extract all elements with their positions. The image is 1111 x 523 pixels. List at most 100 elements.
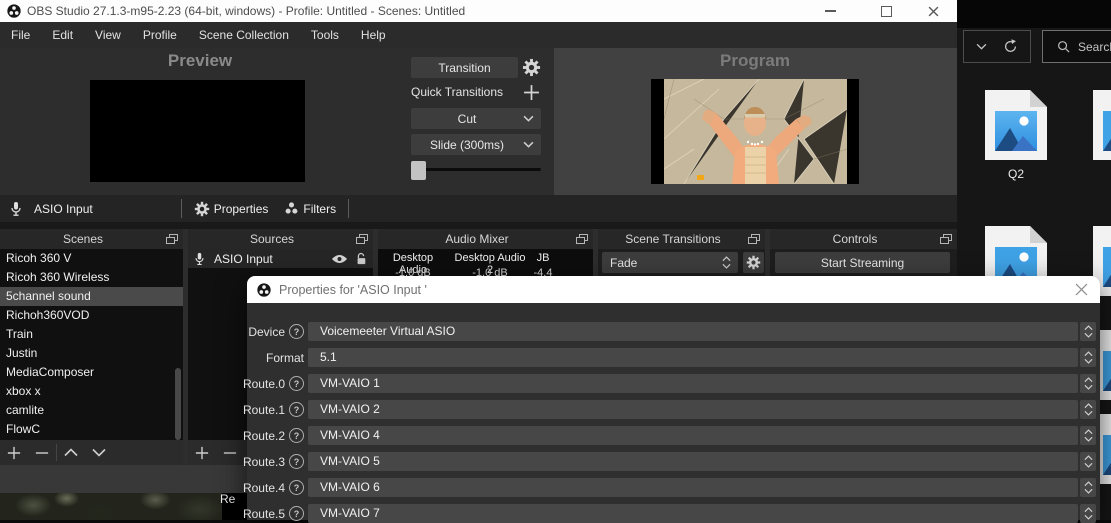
transition-gear-icon[interactable]	[522, 58, 541, 77]
maximize-button[interactable]	[864, 0, 908, 22]
scene-item[interactable]: Ricoh 360 Wireless	[0, 268, 183, 287]
popout-icon[interactable]	[576, 234, 588, 244]
remove-source-icon[interactable]	[216, 446, 244, 460]
controls-header[interactable]: Controls	[770, 229, 957, 249]
quick-transition-select[interactable]: Slide (300ms)	[411, 134, 541, 155]
scene-item[interactable]: MediaComposer	[0, 363, 183, 382]
spinner-icon[interactable]	[1080, 426, 1096, 445]
close-icon	[928, 6, 939, 17]
transition-type-select[interactable]: Cut	[411, 108, 541, 129]
menu-tools[interactable]: Tools	[300, 28, 350, 42]
close-button[interactable]	[911, 0, 955, 22]
menu-view[interactable]: View	[84, 28, 132, 42]
visibility-eye-icon[interactable]	[331, 254, 348, 264]
properties-button[interactable]: Properties	[214, 202, 269, 216]
scene-item[interactable]: Train	[0, 325, 183, 344]
properties-gear-icon[interactable]	[194, 201, 210, 217]
add-quick-transition-icon[interactable]	[523, 84, 540, 101]
transition-duration-track[interactable]	[411, 168, 541, 171]
help-icon[interactable]: ?	[289, 376, 304, 391]
popout-icon[interactable]	[166, 234, 178, 244]
minimize-button[interactable]	[808, 0, 852, 22]
scenes-scrollbar[interactable]	[175, 249, 181, 440]
dialog-close-icon[interactable]	[1075, 283, 1088, 296]
source-item[interactable]: ASIO Input	[188, 249, 373, 268]
popout-icon[interactable]	[940, 234, 952, 244]
route-select[interactable]: VM-VAIO 4	[308, 426, 1078, 445]
spinner-icon[interactable]	[1080, 452, 1096, 471]
filters-button[interactable]: Filters	[303, 202, 336, 216]
menu-help[interactable]: Help	[350, 28, 397, 42]
transition-button[interactable]: Transition	[411, 57, 518, 78]
sources-header[interactable]: Sources	[188, 229, 373, 249]
add-scene-icon[interactable]	[0, 446, 28, 460]
audio-mixer-header[interactable]: Audio Mixer	[378, 229, 593, 249]
transition-properties-gear-button[interactable]	[743, 252, 764, 273]
route-select[interactable]: VM-VAIO 2	[308, 400, 1078, 419]
add-source-icon[interactable]	[188, 446, 216, 460]
help-icon[interactable]: ?	[289, 402, 304, 417]
scene-transition-select[interactable]: Fade	[602, 252, 738, 273]
file-icon[interactable]	[985, 90, 1047, 160]
dialog-title: Properties for 'ASIO Input '	[279, 283, 427, 297]
move-scene-up-icon[interactable]	[57, 448, 85, 457]
help-icon[interactable]: ?	[289, 454, 304, 469]
scene-item[interactable]: Justin	[0, 344, 183, 363]
help-icon[interactable]: ?	[289, 506, 304, 521]
refresh-icon[interactable]	[1003, 39, 1018, 54]
popout-icon[interactable]	[748, 234, 760, 244]
scene-item[interactable]: xbox x	[0, 382, 183, 401]
scene-item[interactable]: FlowC	[0, 420, 183, 439]
route-select[interactable]: VM-VAIO 6	[308, 478, 1078, 497]
start-streaming-button[interactable]: Start Streaming	[775, 252, 950, 273]
scene-item[interactable]: Richoh360VOD	[0, 306, 183, 325]
program-canvas[interactable]	[651, 79, 859, 184]
route-select[interactable]: VM-VAIO 1	[308, 374, 1078, 393]
help-icon[interactable]: ?	[289, 324, 304, 339]
device-select[interactable]: Voicemeeter Virtual ASIO	[308, 322, 1078, 341]
explorer-nav-group	[963, 30, 1031, 63]
menu-edit[interactable]: Edit	[41, 28, 84, 42]
move-scene-down-icon[interactable]	[85, 448, 113, 457]
spinner-icon[interactable]	[1080, 322, 1096, 341]
popout-icon[interactable]	[356, 234, 368, 244]
filters-icon[interactable]	[284, 201, 299, 216]
preview-canvas[interactable]	[90, 80, 305, 182]
spinner-icon[interactable]	[1080, 478, 1096, 497]
desktop-partial-text: Re	[220, 492, 235, 506]
search-input[interactable]: Search	[1042, 30, 1111, 63]
menu-file[interactable]: File	[0, 28, 41, 42]
dialog-row: Route.0? VM-VAIO 1	[247, 374, 1100, 393]
mic-icon	[10, 201, 22, 217]
file-icon[interactable]	[1093, 90, 1111, 160]
route-select[interactable]: VM-VAIO 5	[308, 452, 1078, 471]
scene-item-selected[interactable]: 5channel sound	[0, 287, 183, 306]
menu-profile[interactable]: Profile	[132, 28, 188, 42]
lock-open-icon[interactable]	[355, 252, 367, 266]
dialog-row: Route.1? VM-VAIO 2	[247, 400, 1100, 419]
search-placeholder: Search	[1078, 40, 1111, 54]
properties-dialog: Properties for 'ASIO Input ' Device? Voi…	[247, 276, 1100, 520]
scenes-header[interactable]: Scenes	[0, 229, 183, 249]
menu-scene-collection[interactable]: Scene Collection	[188, 28, 300, 42]
help-icon[interactable]: ?	[289, 480, 304, 495]
file-label[interactable]: Q2	[985, 167, 1047, 181]
transition-duration-slider[interactable]	[411, 161, 426, 180]
dialog-titlebar[interactable]: Properties for 'ASIO Input '	[247, 276, 1100, 303]
spinner-icon[interactable]	[1080, 400, 1096, 419]
chevron-down-icon[interactable]	[976, 43, 987, 50]
dialog-row: Device? Voicemeeter Virtual ASIO	[247, 322, 1100, 341]
scene-item[interactable]: camlite	[0, 401, 183, 420]
format-select[interactable]: 5.1	[308, 348, 1078, 367]
remove-scene-icon[interactable]	[28, 446, 56, 460]
source-item-label: ASIO Input	[214, 252, 273, 266]
help-icon[interactable]: ?	[289, 428, 304, 443]
route-select[interactable]: VM-VAIO 7	[308, 504, 1078, 523]
spinner-icon[interactable]	[1080, 504, 1096, 523]
spinner-icon[interactable]	[1080, 374, 1096, 393]
scene-transitions-header[interactable]: Scene Transitions	[598, 229, 765, 249]
field-label: Route.0	[243, 377, 285, 391]
spinner-icon[interactable]	[1080, 348, 1096, 367]
scene-item[interactable]: Ricoh 360 V	[0, 249, 183, 268]
mixer-channel-name: JB	[528, 252, 558, 264]
